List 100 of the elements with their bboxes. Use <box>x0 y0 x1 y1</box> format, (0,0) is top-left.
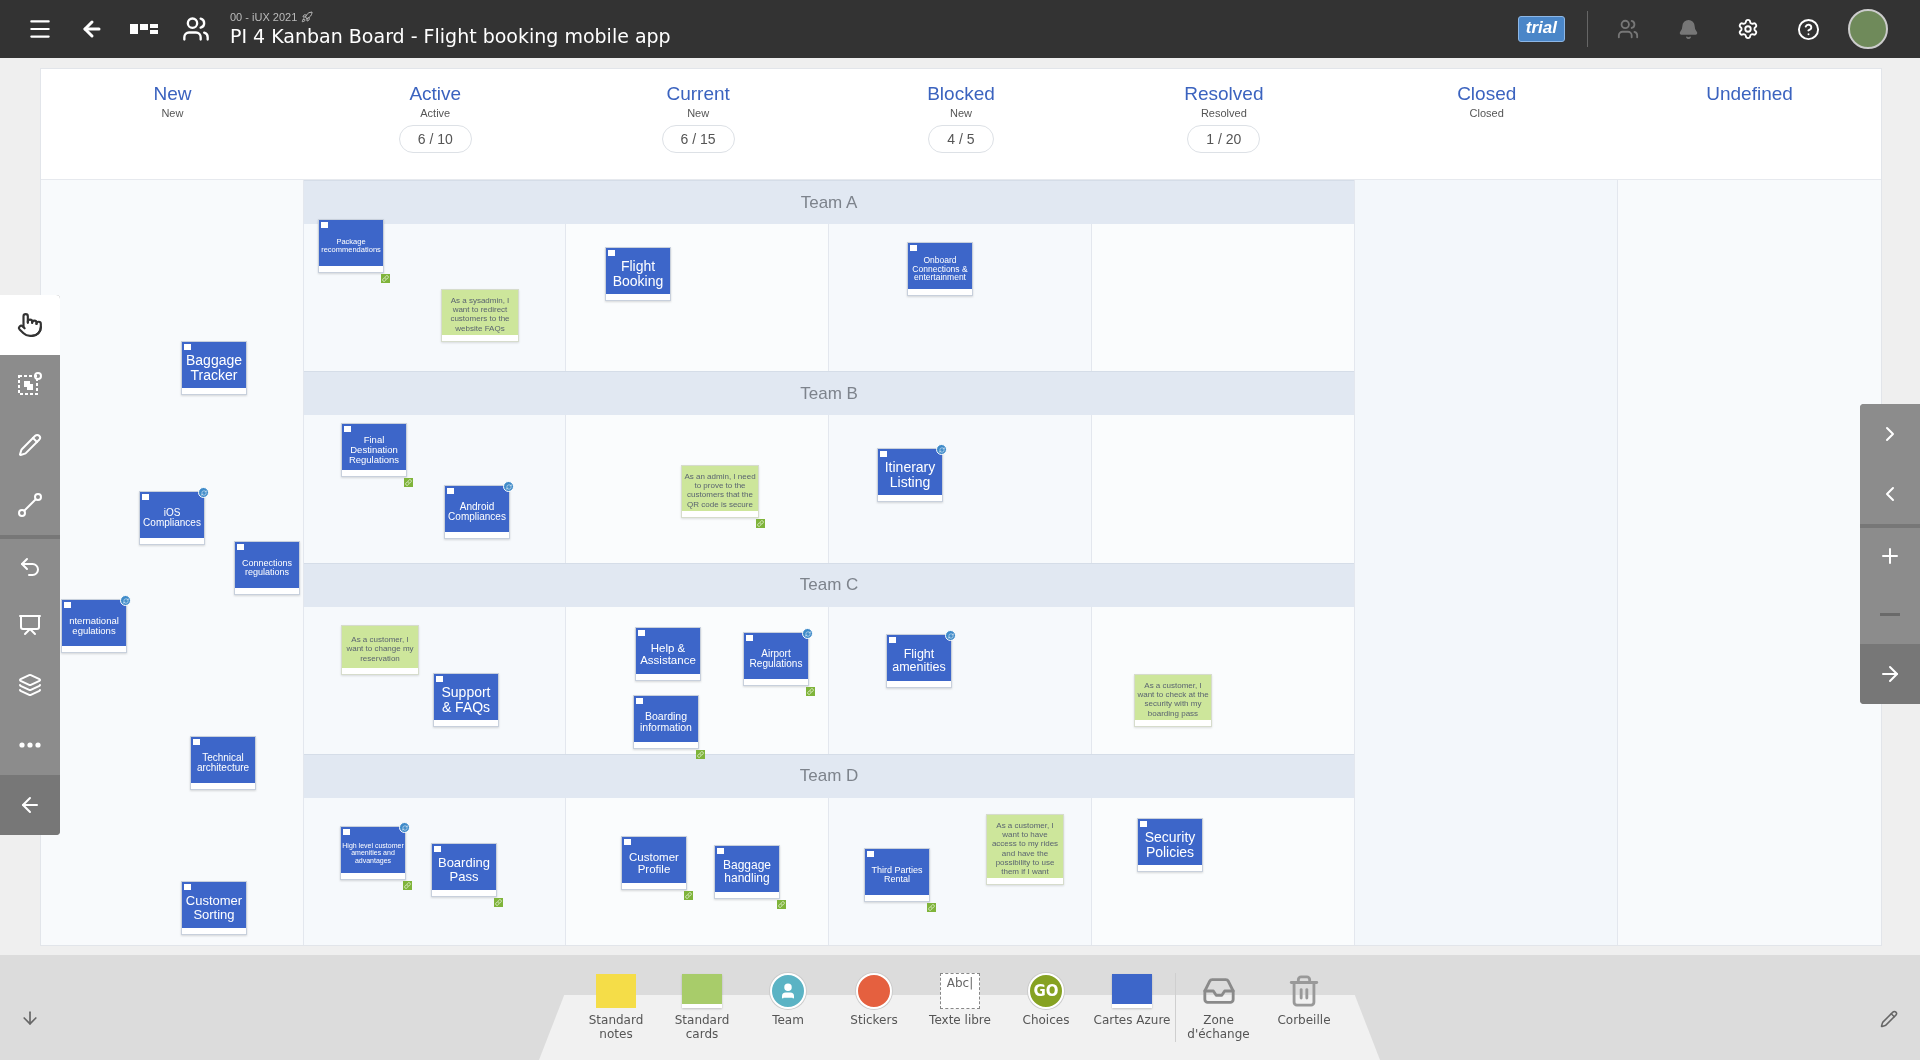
person-icon <box>770 973 806 1009</box>
feature-card[interactable]: Connections regulations <box>234 541 300 595</box>
feature-card[interactable]: Support & FAQs <box>433 673 499 727</box>
card-title: Itinerary Listing <box>883 458 937 492</box>
card-title: Third Parties Rental <box>870 863 924 886</box>
card-type-icon <box>889 637 896 643</box>
feature-card[interactable]: Flight Booking <box>605 247 671 301</box>
card-title: Final Destination Regulations <box>347 433 401 467</box>
lane-header: Team C <box>303 562 1355 607</box>
help-icon[interactable] <box>1796 17 1820 41</box>
lane-header: Team D <box>303 753 1355 798</box>
note-text: As a customer, I want to change my reservation <box>345 635 415 663</box>
card-type-icon <box>64 602 71 608</box>
note-text: As a customer, I want to have access to my rides and have the possibility to use them if I want <box>990 821 1060 877</box>
board-title: PI 4 Kanban Board - Flight booking mobile app <box>230 25 672 47</box>
choices-icon: GO <box>1028 973 1064 1009</box>
card-title: Customer Sorting <box>184 892 244 924</box>
avatar[interactable] <box>1848 9 1888 49</box>
card-title: Baggage Tracker <box>184 351 244 385</box>
pen-icon <box>18 433 42 457</box>
card-type-icon <box>142 494 149 500</box>
feature-card[interactable]: Customer Sorting <box>181 881 247 935</box>
column-subtitle: New <box>950 107 972 119</box>
card-type-icon <box>746 635 753 641</box>
board-subtitle: 00 - iUX 2021 <box>230 11 298 23</box>
card-title: iOS Compliances <box>142 505 202 530</box>
column-subtitle: New <box>161 107 184 119</box>
card-title: Support & FAQs <box>440 683 492 717</box>
card-title: Airport Regulations <box>748 646 804 671</box>
palette-item[interactable]: Team <box>745 973 831 1028</box>
palette-item[interactable]: Abc| Texte libre <box>917 973 1003 1028</box>
column-title: Current <box>666 83 730 105</box>
feature-card[interactable]: Security Policies <box>1137 818 1203 872</box>
tool-button[interactable] <box>0 295 60 355</box>
nav-button[interactable] <box>1860 644 1920 704</box>
card-type-icon <box>624 839 631 845</box>
feature-card[interactable]: Technical architecture <box>190 736 256 790</box>
card-type-icon <box>717 848 724 854</box>
card-type-icon <box>344 426 351 432</box>
palette-item[interactable]: GO Choices <box>1003 973 1089 1028</box>
card-type-icon <box>867 851 874 857</box>
hand-icon <box>17 312 43 338</box>
card-title: Boarding information <box>639 709 693 735</box>
column-title: New <box>153 83 192 105</box>
column-subtitle: New <box>687 107 710 119</box>
sticker-icon <box>856 973 892 1009</box>
column-title: Undefined <box>1706 83 1793 105</box>
palette-item[interactable]: Corbeille <box>1261 973 1347 1028</box>
palette-item[interactable]: Standard notes <box>573 973 659 1042</box>
story-note[interactable]: As a sysadmin, I want to redirect customers to the website FAQs <box>441 289 519 342</box>
card-type-icon <box>447 488 454 494</box>
card-type-icon <box>193 739 200 745</box>
card-type-icon <box>1140 821 1147 827</box>
card-title: Connections regulations <box>240 556 293 579</box>
rocket-icon <box>301 11 314 23</box>
card-type-icon <box>343 829 350 835</box>
card-title: Security Policies <box>1143 828 1197 862</box>
card-type-icon <box>436 676 443 682</box>
connector-icon <box>16 491 44 519</box>
card-icon <box>682 974 722 1008</box>
column-title: Resolved <box>1184 83 1264 105</box>
column-subtitle: Resolved <box>1200 107 1247 119</box>
card-title: Flight amenities <box>891 645 947 676</box>
palette-item[interactable]: Stickers <box>831 973 917 1028</box>
card-type-icon <box>880 451 887 457</box>
card-icon <box>1112 974 1152 1008</box>
card-title: Customer Profile <box>628 849 680 877</box>
note-text: As a customer, I want to check at the security with my boarding pass <box>1137 681 1209 718</box>
card-title: nternational egulations <box>68 614 120 638</box>
palette-item[interactable]: Standard cards <box>659 973 745 1042</box>
story-note[interactable]: As a customer, I want to have access to my rides and have the possibility to use them if I want <box>986 814 1064 886</box>
feature-card[interactable]: Baggage Tracker <box>181 341 247 395</box>
palette-item[interactable]: Cartes Azure <box>1089 973 1175 1028</box>
note-text: As a sysadmin, I want to redirect customers to the website FAQs <box>449 296 511 333</box>
card-title: Technical architecture <box>195 750 251 775</box>
palette-item[interactable]: Zone d'échange <box>1175 973 1261 1042</box>
card-type-icon <box>608 250 615 256</box>
lane-header: Team A <box>303 180 1355 224</box>
column-title: Blocked <box>927 83 995 105</box>
column-subtitle: Active <box>420 107 451 119</box>
card-title: Baggage handling <box>721 857 772 887</box>
card-type-icon <box>237 544 244 550</box>
presentation-icon <box>18 613 42 637</box>
trash-icon <box>1287 974 1321 1008</box>
card-title: Help & Assistance <box>639 640 697 668</box>
feature-card[interactable]: Help & Assistance <box>635 627 701 681</box>
pencil-icon[interactable] <box>1880 1010 1898 1028</box>
story-note[interactable]: As a customer, I want to check at the security with my boarding pass <box>1134 674 1212 727</box>
card-type-icon <box>638 630 645 636</box>
card-title: Boarding Pass <box>436 854 491 886</box>
column-subtitle: Closed <box>1469 107 1504 119</box>
card-type-icon <box>910 245 917 251</box>
undo-icon <box>18 555 42 579</box>
note-icon <box>596 974 636 1008</box>
card-title: Flight Booking <box>611 257 665 291</box>
feature-card[interactable]: Onboard Connections & entertainment <box>907 242 973 296</box>
story-note[interactable]: As a customer, I want to change my reservation <box>341 625 419 675</box>
card-type-icon <box>321 222 328 228</box>
settings-icon[interactable] <box>1737 18 1759 40</box>
lane-header: Team B <box>303 371 1355 416</box>
